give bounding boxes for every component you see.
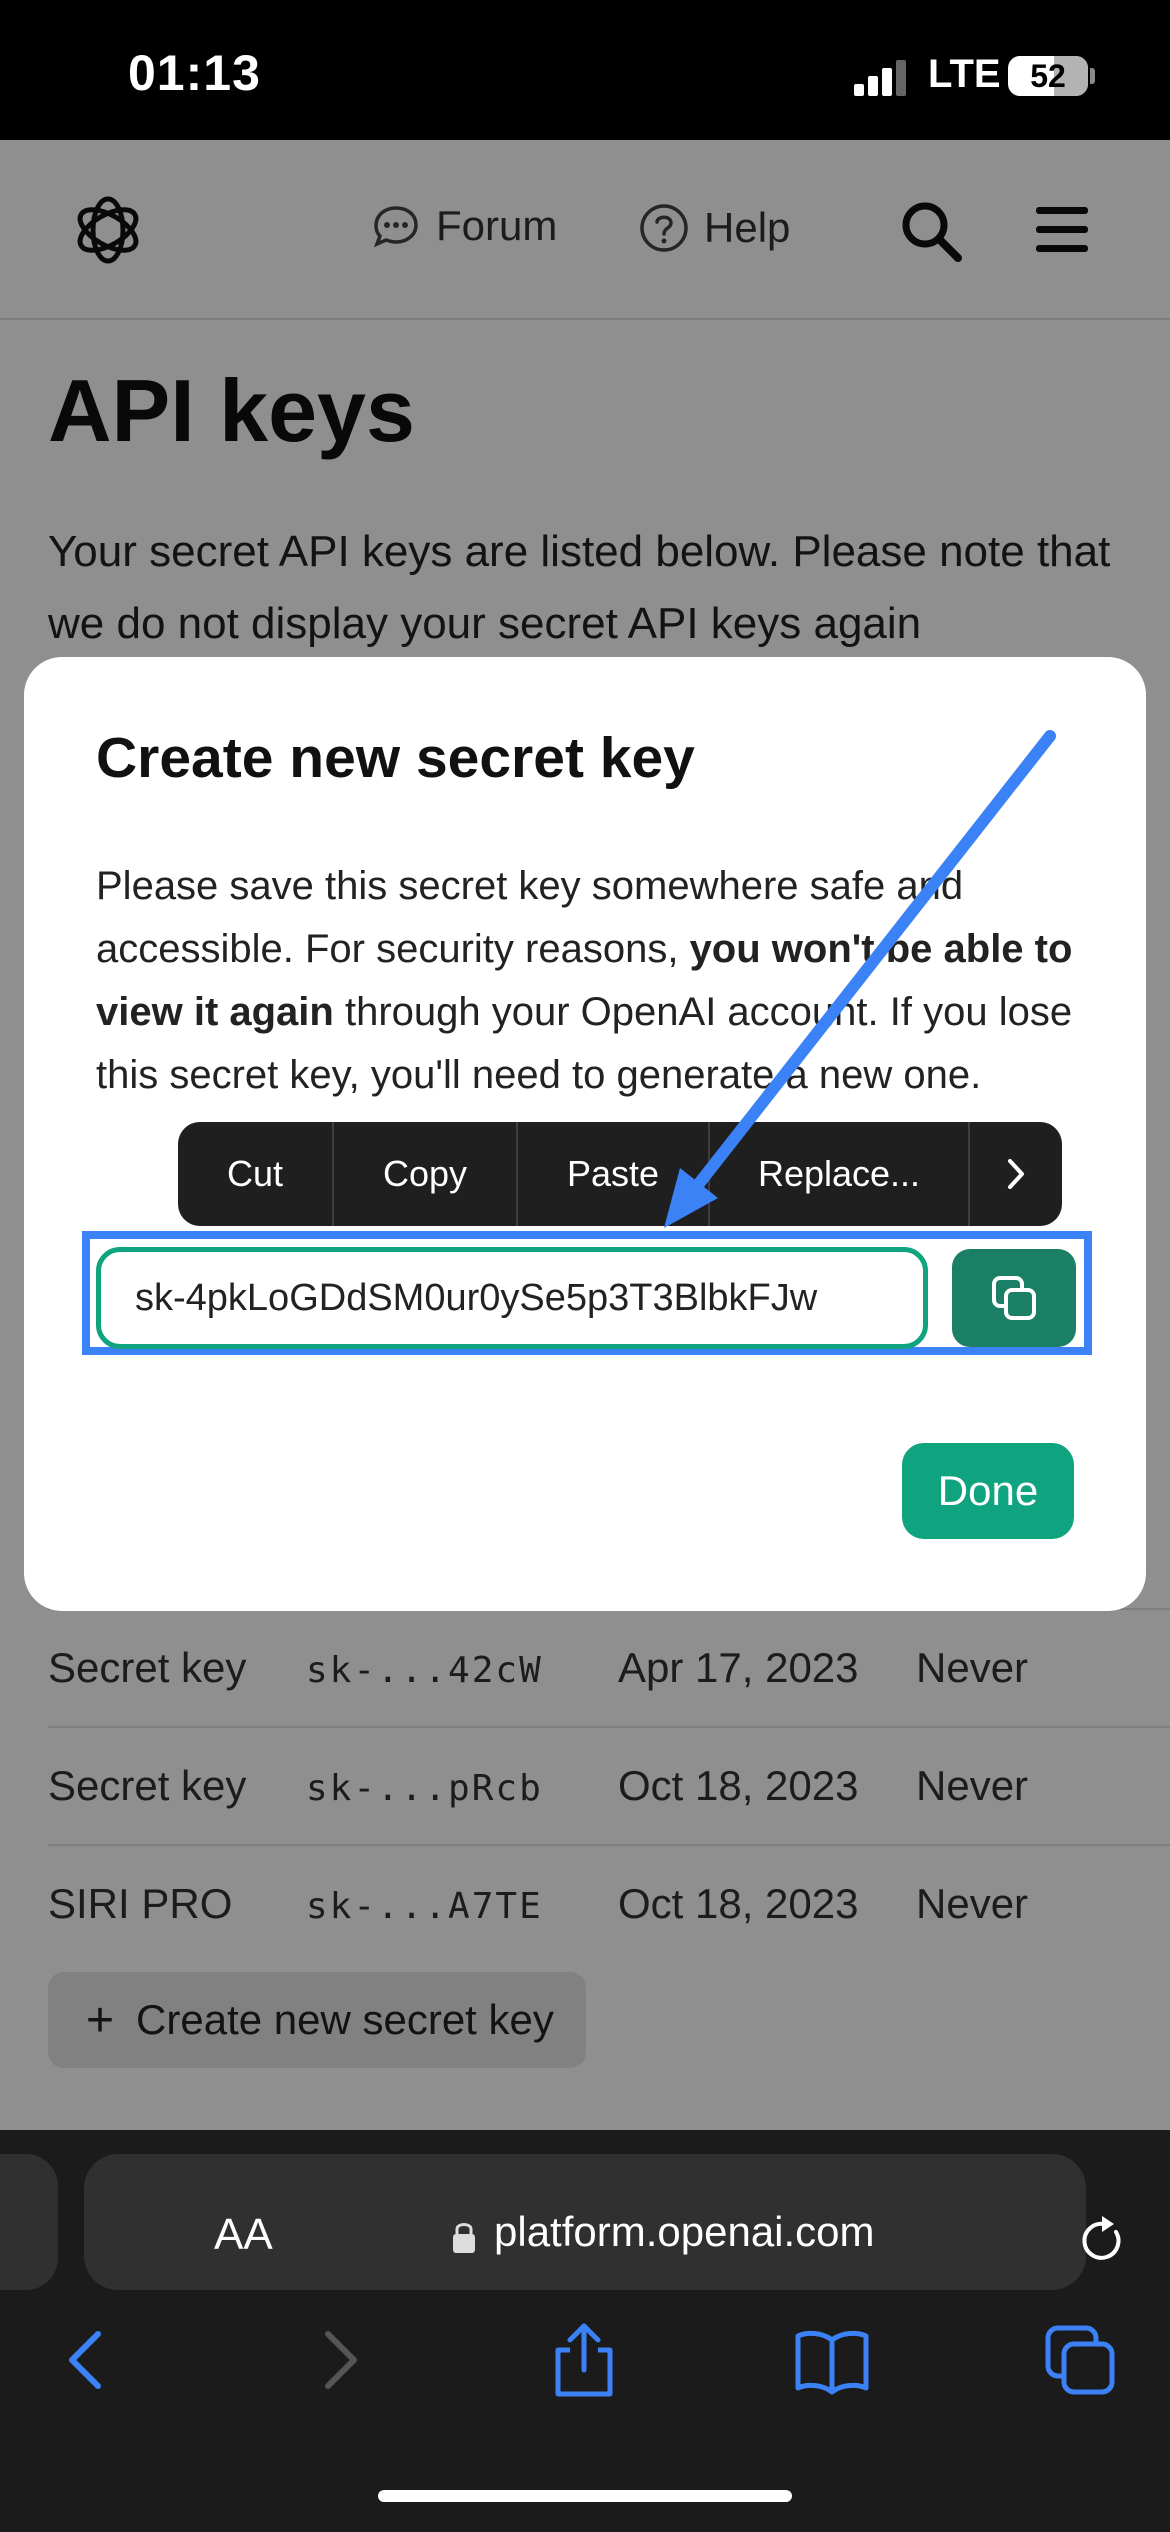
context-copy[interactable]: Copy	[334, 1122, 518, 1226]
status-time: 01:13	[128, 45, 261, 101]
share-icon[interactable]	[544, 2320, 624, 2400]
battery-level: 52	[1030, 58, 1066, 94]
secret-key-input[interactable]: sk-4pkLoGDdSM0ur0ySe5p3T3BlbkFJw	[96, 1247, 928, 1349]
lock-icon	[453, 2223, 475, 2253]
chevron-right-icon	[1008, 1159, 1024, 1189]
reader-options-button[interactable]: AA	[214, 2210, 273, 2260]
done-button[interactable]: Done	[902, 1443, 1074, 1539]
text-context-menu: Cut Copy Paste Replace...	[178, 1122, 1062, 1226]
url-text: platform.openai.com	[494, 2208, 875, 2255]
tabs-icon[interactable]	[1040, 2320, 1120, 2400]
dialog-body: Please save this secret key somewhere sa…	[96, 855, 1096, 1107]
bookmarks-icon[interactable]	[792, 2320, 872, 2400]
battery-icon: 52	[1008, 56, 1088, 96]
back-chevron-icon[interactable]	[48, 2320, 128, 2400]
dialog-title: Create new secret key	[96, 726, 695, 790]
context-more-chevron-icon[interactable]	[970, 1122, 1062, 1226]
aa-label: AA	[214, 2210, 273, 2259]
context-replace[interactable]: Replace...	[710, 1122, 970, 1226]
context-cut[interactable]: Cut	[178, 1122, 334, 1226]
address-bar[interactable]: AA platform.openai.com	[84, 2154, 1121, 2290]
status-bar: 01:13 LTE 52	[0, 0, 1170, 140]
home-indicator	[378, 2490, 792, 2502]
copy-icon	[992, 1276, 1036, 1320]
safari-toolbar: AA platform.openai.com	[0, 2130, 1170, 2532]
battery-nub	[1090, 68, 1095, 84]
network-label: LTE	[928, 52, 1001, 96]
previous-tab-stub[interactable]	[0, 2154, 58, 2290]
signal-icon	[854, 60, 908, 96]
context-paste[interactable]: Paste	[518, 1122, 710, 1226]
copy-key-button[interactable]	[952, 1249, 1076, 1347]
forward-chevron-icon[interactable]	[298, 2320, 378, 2400]
reload-icon[interactable]	[1078, 2212, 1126, 2264]
